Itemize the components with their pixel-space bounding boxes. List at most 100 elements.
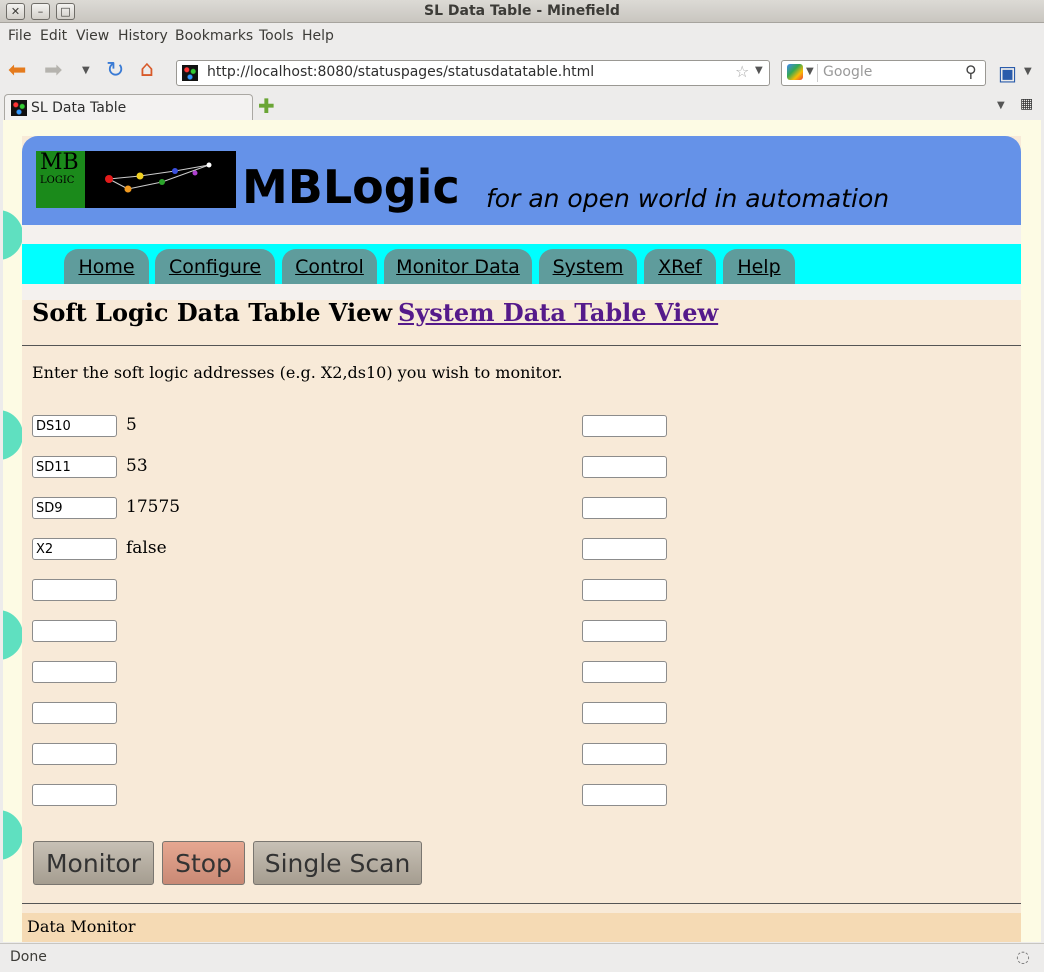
search-engine-dropdown-icon[interactable]: ▼ <box>806 66 814 77</box>
address-input-right[interactable] <box>582 743 667 765</box>
nav-xref[interactable]: XRef <box>644 249 716 284</box>
address-input-right[interactable] <box>582 784 667 806</box>
menu-bookmarks[interactable]: Bookmarks <box>175 28 253 44</box>
search-bar[interactable]: ▼ Google ⚲ <box>781 60 986 86</box>
tab-groups-icon[interactable]: ▦ <box>1020 96 1033 112</box>
home-icon[interactable]: ⌂ <box>140 57 154 82</box>
address-value: 17575 <box>126 497 181 517</box>
address-input[interactable] <box>32 743 117 765</box>
status-text: Done <box>10 949 47 965</box>
address-input[interactable] <box>32 497 117 519</box>
address-input-right[interactable] <box>582 620 667 642</box>
menu-tools[interactable]: Tools <box>259 28 294 44</box>
forward-arrow-icon[interactable]: ➡ <box>44 58 62 83</box>
menu-edit[interactable]: Edit <box>40 28 67 44</box>
nav-system[interactable]: System <box>539 249 637 284</box>
tab-strip: SL Data Table ✚ ▼ ▦ <box>0 92 1044 121</box>
search-placeholder: Google <box>823 64 873 80</box>
history-dropdown-icon[interactable]: ▼ <box>82 65 90 76</box>
background-decoration <box>3 210 23 260</box>
address-input-right[interactable] <box>582 579 667 601</box>
mblogic-logo: MB LOGIC <box>36 151 236 208</box>
nav-xref-label: XRef <box>658 256 702 278</box>
site-nav: Home Configure Control Monitor Data Syst… <box>22 244 1021 284</box>
nav-monitor-data[interactable]: Monitor Data <box>384 249 532 284</box>
nav-control[interactable]: Control <box>282 249 377 284</box>
instructions-text: Enter the soft logic addresses (e.g. X2,… <box>32 363 563 382</box>
address-value: 5 <box>126 415 137 435</box>
brand-name: MBLogic <box>242 160 460 214</box>
single-scan-button[interactable]: Single Scan <box>253 841 422 885</box>
address-input-right[interactable] <box>582 456 667 478</box>
address-input-right[interactable] <box>582 702 667 724</box>
address-input[interactable] <box>32 456 117 478</box>
menu-history[interactable]: History <box>118 28 168 44</box>
menu-view[interactable]: View <box>76 28 109 44</box>
data-monitor-header: Data Monitor <box>22 913 1021 942</box>
monitor-button[interactable]: Monitor <box>33 841 154 885</box>
logo-network-graphic <box>105 162 212 193</box>
background-decoration <box>3 810 23 860</box>
nav-help[interactable]: Help <box>723 249 795 284</box>
status-bar: Done ◌ <box>0 943 1044 972</box>
divider <box>22 903 1021 904</box>
addon-icon[interactable]: ▣ <box>998 61 1017 85</box>
menu-bar: File Edit View History Bookmarks Tools H… <box>0 23 1044 49</box>
tab-list-dropdown-icon[interactable]: ▼ <box>997 100 1005 111</box>
address-input-right[interactable] <box>582 497 667 519</box>
page-title: Soft Logic Data Table View <box>32 298 393 327</box>
system-data-table-link[interactable]: System Data Table View <box>398 298 718 327</box>
nav-monitor-data-label: Monitor Data <box>396 256 520 278</box>
site-favicon-icon <box>182 65 198 81</box>
page-content: MB LOGIC MBLogic for an open world in au… <box>22 136 1021 942</box>
new-tab-plus-icon[interactable]: ✚ <box>258 94 275 118</box>
logo-green-block: MB LOGIC <box>36 151 85 208</box>
address-value: false <box>126 538 167 558</box>
address-input[interactable] <box>32 784 117 806</box>
activity-throbber-icon: ◌ <box>1016 947 1030 966</box>
menu-help[interactable]: Help <box>302 28 334 44</box>
nav-configure[interactable]: Configure <box>155 249 275 284</box>
url-dropdown-icon[interactable]: ▼ <box>755 65 763 76</box>
menu-file[interactable]: File <box>8 28 31 44</box>
address-input[interactable] <box>32 579 117 601</box>
nav-home[interactable]: Home <box>64 249 149 284</box>
address-input-right[interactable] <box>582 538 667 560</box>
nav-configure-label: Configure <box>168 256 262 278</box>
address-value: 53 <box>126 456 148 476</box>
address-input[interactable] <box>32 620 117 642</box>
stop-button[interactable]: Stop <box>162 841 245 885</box>
tab-favicon-icon <box>11 100 27 116</box>
site-banner: MB LOGIC MBLogic for an open world in au… <box>22 136 1021 225</box>
address-input[interactable] <box>32 538 117 560</box>
tab-sl-data-table[interactable]: SL Data Table <box>4 94 253 121</box>
address-input[interactable] <box>32 702 117 724</box>
search-icon[interactable]: ⚲ <box>965 62 977 81</box>
tab-label: SL Data Table <box>31 100 127 116</box>
brand-tagline: for an open world in automation <box>486 184 890 213</box>
logo-mb-text: MB <box>40 150 79 175</box>
back-arrow-icon[interactable]: ⬅ <box>8 58 26 83</box>
search-separator <box>817 64 818 82</box>
background-decoration <box>3 610 23 660</box>
addon-dropdown-icon[interactable]: ▼ <box>1024 66 1032 77</box>
url-bar[interactable]: http://localhost:8080/statuspages/status… <box>176 60 770 86</box>
reload-icon[interactable]: ↻ <box>106 58 124 83</box>
data-monitor-label: Data Monitor <box>27 917 136 936</box>
address-input-right[interactable] <box>582 415 667 437</box>
window-titlebar: ✕ – □ SL Data Table - Minefield <box>0 0 1044 23</box>
background-decoration <box>3 410 23 460</box>
address-input-right[interactable] <box>582 661 667 683</box>
nav-home-label: Home <box>78 256 135 278</box>
address-input[interactable] <box>32 415 117 437</box>
nav-control-label: Control <box>295 256 364 278</box>
nav-system-label: System <box>552 256 624 278</box>
logo-logic-text: LOGIC <box>40 175 75 186</box>
page-viewport: MB LOGIC MBLogic for an open world in au… <box>3 120 1041 942</box>
nav-help-label: Help <box>737 256 781 278</box>
bookmark-star-icon[interactable]: ☆ <box>735 62 749 81</box>
banner-spacer <box>22 225 1021 244</box>
search-engine-icon[interactable] <box>787 64 803 80</box>
url-text: http://localhost:8080/statuspages/status… <box>207 64 595 80</box>
address-input[interactable] <box>32 661 117 683</box>
